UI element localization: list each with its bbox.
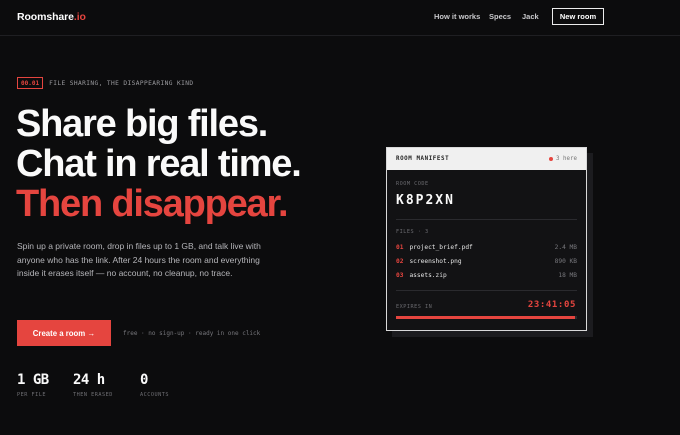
file-index: 02: [396, 258, 404, 265]
section-kicker: FILE SHARING, THE DISAPPEARING KIND: [49, 79, 194, 87]
file-index: 03: [396, 272, 404, 279]
file-size: 18 MB: [558, 272, 577, 279]
create-room-button[interactable]: Create a room →: [17, 320, 111, 346]
file-row[interactable]: 02 screenshot.png 890 KB: [396, 258, 577, 265]
cta-note: free · no sign-up · ready in one click: [123, 330, 261, 337]
file-size: 2.4 MB: [554, 244, 577, 251]
live-dot-icon: [549, 157, 554, 161]
section-tag: 00.01 FILE SHARING, THE DISAPPEARING KIN…: [17, 77, 193, 89]
file-index: 01: [396, 244, 404, 251]
divider: [396, 290, 577, 291]
file-name: assets.zip: [409, 272, 447, 279]
file-row[interactable]: 01 project_brief.pdf 2.4 MB: [396, 244, 577, 251]
stat-accounts: 0 ACCOUNTS: [140, 372, 169, 398]
file-size: 890 KB: [554, 258, 577, 265]
divider: [396, 219, 577, 220]
manifest-title: ROOM MANIFEST: [396, 156, 450, 162]
nav-link-specs[interactable]: Specs: [489, 12, 511, 21]
room-manifest-card: ROOM MANIFEST 3 here ROOM CODE K8P2XN FI…: [386, 147, 587, 331]
nav-link-jack[interactable]: Jack: [522, 12, 539, 21]
stat-value: 1 GB: [17, 372, 49, 388]
headline-line-1: Share big files.: [16, 103, 268, 145]
brand-name: Roomshare: [17, 11, 74, 23]
expiry-progress-bar: [396, 316, 577, 319]
headline-line-2: Chat in real time.: [16, 143, 302, 185]
presence-indicator: 3 here: [549, 156, 577, 162]
file-row[interactable]: 03 assets.zip 18 MB: [396, 272, 577, 279]
file-name: screenshot.png: [409, 258, 462, 265]
stat-label: PER FILE: [17, 392, 46, 398]
presence-count: 3 here: [556, 156, 577, 162]
expiry-progress-fill: [396, 316, 576, 319]
hero-headline: Share big files. Chat in real time. Then…: [16, 103, 302, 225]
brand-tld: .io: [73, 11, 86, 23]
files-label: FILES · 3: [396, 229, 429, 235]
room-code-label: ROOM CODE: [396, 181, 429, 187]
brand-logo[interactable]: Roomshare.io: [17, 11, 86, 23]
stat-file-size: 1 GB PER FILE: [17, 372, 49, 398]
stat-label: ACCOUNTS: [140, 392, 169, 398]
manifest-header: ROOM MANIFEST 3 here: [387, 148, 586, 170]
expiry-countdown: 23:41:05: [527, 300, 576, 310]
stat-value: 0: [140, 372, 148, 388]
stat-value: 24 h: [73, 372, 105, 388]
stat-erase-time: 24 h THEN ERASED: [73, 372, 113, 398]
file-name: project_brief.pdf: [409, 244, 473, 251]
hero-description: Spin up a private room, drop in files up…: [17, 241, 261, 279]
nav-link-how-it-works[interactable]: How it works: [434, 12, 480, 21]
section-number-badge: 00.01: [17, 77, 44, 89]
stat-label: THEN ERASED: [73, 392, 113, 398]
top-nav: Roomshare.io How it works Specs Jack New…: [0, 0, 680, 36]
headline-line-3: Then disappear.: [16, 183, 289, 225]
new-room-button[interactable]: New room: [552, 8, 604, 25]
expires-label: EXPIRES IN: [396, 304, 433, 310]
room-code[interactable]: K8P2XN: [396, 193, 455, 208]
